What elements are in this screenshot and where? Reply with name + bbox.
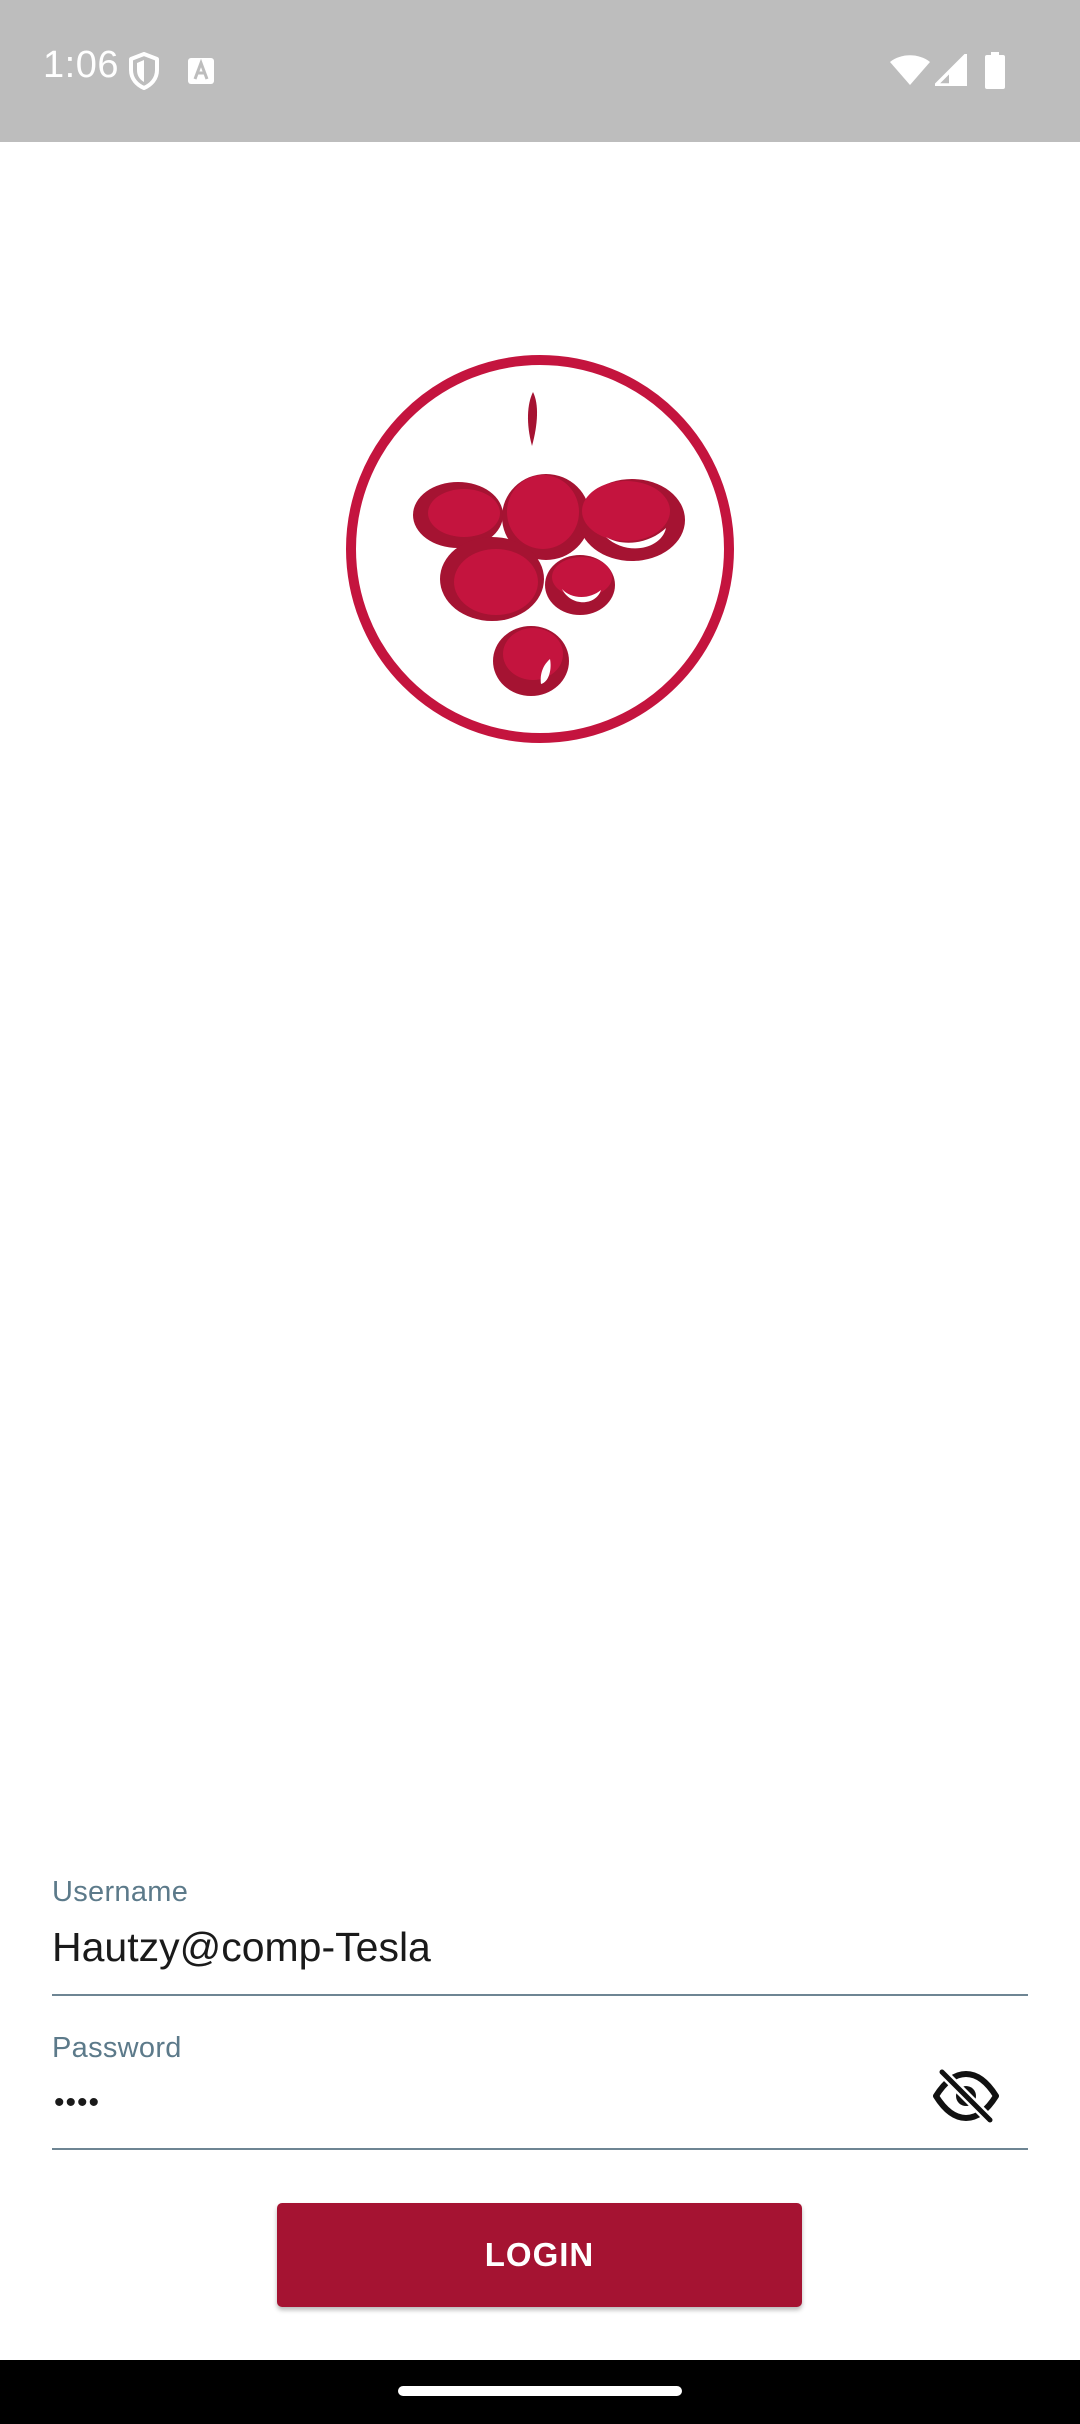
home-gesture-handle[interactable] (398, 2386, 682, 2396)
shield-icon (129, 52, 159, 90)
username-input[interactable] (52, 1916, 932, 1978)
keyboard-a-icon (188, 58, 214, 84)
password-label: Password (52, 2032, 182, 2064)
username-label: Username (52, 1876, 189, 1908)
password-field[interactable]: Password •••• (52, 2024, 1028, 2150)
wifi-icon (890, 55, 930, 85)
username-field[interactable]: Username (52, 1868, 1028, 1996)
login-button[interactable]: LOGIN (277, 2203, 802, 2307)
signal-icon (935, 54, 967, 86)
app-logo (343, 352, 737, 746)
grape-bunch-icon (346, 355, 734, 743)
username-underline (52, 1994, 1028, 1996)
status-bar: 1:06 (0, 0, 1080, 142)
battery-icon (985, 52, 1005, 89)
status-time: 1:06 (43, 44, 119, 86)
visibility-off-icon[interactable] (932, 2068, 1000, 2124)
password-underline (52, 2148, 1028, 2150)
login-screen: 1:06 Username Hautzy@comp-Tesla Password… (0, 0, 1080, 2424)
password-input[interactable]: •••• (54, 2086, 100, 2120)
